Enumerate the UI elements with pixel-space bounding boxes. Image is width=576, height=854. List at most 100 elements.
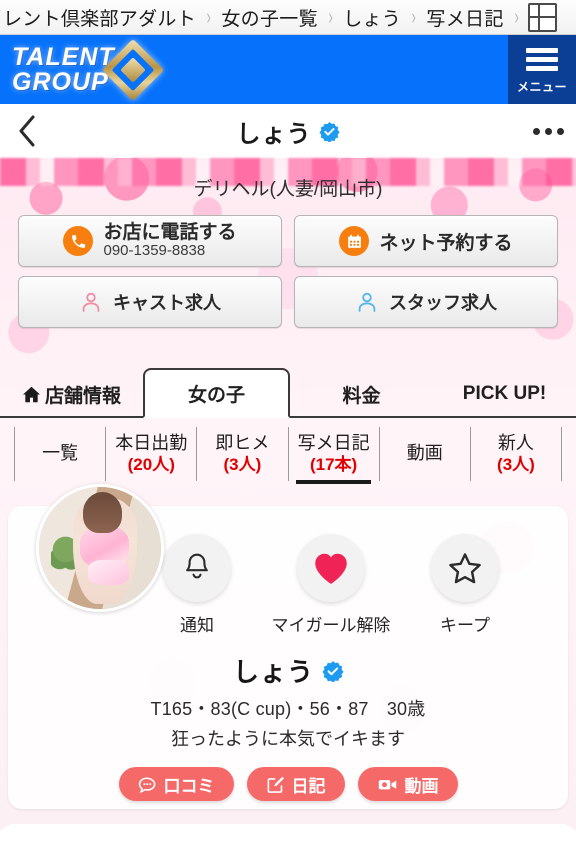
star-icon: [449, 552, 481, 583]
logo-line-2: GROUP: [12, 67, 109, 96]
subtab-list-label: 一覧: [42, 443, 79, 464]
subtab-soku-hime-count: (3人): [223, 455, 262, 475]
grid-table-icon[interactable]: [527, 2, 557, 32]
content-area: デリヘル(人妻/岡山市) お店に電話する 090-1359-8838 ネット予約…: [0, 158, 576, 830]
call-shop-button[interactable]: お店に電話する 090-1359-8838: [18, 215, 282, 267]
breadcrumb-item-2[interactable]: 女の子一覧: [218, 4, 321, 31]
person-pink-icon: [82, 292, 100, 312]
notify-label: 通知: [180, 616, 214, 635]
tab-price-label: 料金: [342, 385, 381, 407]
subtab-movie[interactable]: 動画: [380, 427, 471, 481]
tab-girls[interactable]: 女の子: [143, 368, 290, 418]
call-shop-label: お店に電話する: [103, 221, 237, 243]
subtab-shame-nikki[interactable]: 写メ日記 (17本): [289, 427, 380, 484]
avatar-photo: [39, 487, 161, 609]
profile-card: 通知 マイガール解除 キープ しょう T165・83(C cup)・56・87 …: [8, 484, 568, 809]
bottom-panel: [0, 824, 576, 854]
page-title-group: しょう: [0, 114, 576, 149]
person-blue-icon: [358, 292, 376, 312]
notify-button[interactable]: 通知: [152, 534, 242, 636]
profile-catchphrase: 狂ったように本気でイキます: [171, 729, 405, 749]
breadcrumb-separator: ›: [206, 4, 211, 29]
subtab-today-label: 本日出勤: [115, 432, 188, 453]
keep-label: キープ: [440, 616, 490, 635]
tab-shop-info[interactable]: 店舗情報: [0, 372, 143, 416]
subtab-soku-hime[interactable]: 即ヒメ (3人): [197, 427, 289, 481]
page-title: しょう: [236, 120, 312, 148]
tab-girls-label: 女の子: [187, 384, 245, 406]
verified-badge-icon: [318, 121, 340, 142]
subtab-today-count: (20人): [127, 455, 175, 475]
profile-name: しょう: [232, 657, 314, 687]
pencil-note-icon: [267, 776, 284, 793]
mygirl-label: マイガール解除: [271, 616, 391, 635]
heart-icon: [315, 553, 347, 584]
sub-tabs: 一覧 本日出勤 (20人) 即ヒメ (3人) 写メ日記 (17本) 動画 新人 …: [0, 418, 576, 490]
profile-stats: T165・83(C cup)・56・87 30歳: [150, 699, 426, 719]
page-root: レント倶楽部アダルト › 女の子一覧 › しょう › 写メ日記 › TALENT…: [0, 0, 576, 854]
tab-price[interactable]: 料金: [290, 372, 433, 416]
speech-bubble-icon: [138, 776, 155, 793]
movie-pill-button[interactable]: 動画: [357, 767, 458, 801]
cast-recruit-button[interactable]: キャスト求人: [18, 276, 282, 328]
tab-pickup[interactable]: PICK UP!: [433, 372, 576, 416]
logo-text: TALENT GROUP: [12, 42, 115, 96]
shop-category: デリヘル(人妻/岡山市): [193, 179, 383, 200]
phone-icon: [63, 226, 94, 256]
diary-pill-button[interactable]: 日記: [246, 767, 345, 801]
subtab-shame-nikki-count: (17本): [309, 455, 358, 475]
subtab-newface-count: (3人): [497, 455, 535, 475]
notify-icon-circle: [163, 534, 231, 602]
staff-recruit-button[interactable]: スタッフ求人: [294, 276, 558, 328]
more-options-button[interactable]: [520, 127, 576, 135]
breadcrumb-separator: ›: [514, 4, 519, 29]
avatar[interactable]: [36, 484, 164, 612]
profile-pill-buttons: 口コミ 日記 動画: [8, 767, 568, 809]
mygirl-button[interactable]: マイガール解除: [272, 534, 391, 636]
menu-button[interactable]: メニュー: [508, 35, 576, 104]
verified-badge-icon: [322, 660, 344, 682]
staff-recruit-label: スタッフ求人: [389, 293, 497, 313]
net-reservation-button[interactable]: ネット予約する: [294, 215, 558, 267]
subtab-newface-label: 新人: [497, 432, 534, 453]
video-camera-icon: [378, 779, 396, 789]
tab-shop-info-label: 店舗情報: [44, 385, 121, 407]
hamburger-icon: [526, 44, 558, 75]
subtab-soku-hime-label: 即ヒメ: [215, 432, 270, 453]
subtab-movie-label: 動画: [406, 443, 443, 464]
brand-header: TALENT GROUP メニュー: [0, 35, 576, 104]
home-icon: [22, 386, 40, 402]
menu-button-label: メニュー: [516, 80, 567, 94]
subtab-today[interactable]: 本日出勤 (20人): [106, 427, 198, 481]
breadcrumb: レント倶楽部アダルト › 女の子一覧 › しょう › 写メ日記 ›: [0, 0, 576, 35]
logo-line-1: TALENT: [12, 42, 115, 71]
more-horizontal-icon: [532, 127, 540, 135]
subtab-list[interactable]: 一覧: [13, 427, 107, 481]
breadcrumb-item-4[interactable]: 写メ日記: [423, 4, 506, 31]
mygirl-icon-circle: [297, 534, 365, 602]
breadcrumb-item-1[interactable]: レント倶楽部アダルト: [0, 4, 199, 31]
subtab-newface[interactable]: 新人 (3人): [471, 427, 563, 481]
tab-pickup-label: PICK UP!: [462, 383, 547, 404]
cast-recruit-label: キャスト求人: [113, 293, 221, 313]
diary-pill-label: 日記: [291, 776, 326, 796]
shop-phone-number: 090-1359-8838: [103, 242, 206, 260]
net-reservation-label: ネット予約する: [379, 232, 513, 254]
chevron-left-icon: [19, 115, 35, 147]
reviews-pill-button[interactable]: 口コミ: [118, 767, 234, 801]
breadcrumb-separator: ›: [411, 4, 416, 29]
main-tabs: 店舗情報 女の子 料金 PICK UP!: [0, 358, 576, 418]
back-button[interactable]: [0, 115, 54, 147]
shop-action-buttons: お店に電話する 090-1359-8838 ネット予約する キャスト求人 スタッ…: [0, 201, 576, 334]
breadcrumb-separator: ›: [328, 4, 333, 29]
keep-button[interactable]: キープ: [420, 534, 510, 636]
reviews-pill-label: 口コミ: [163, 776, 215, 796]
profile-name-row: しょう: [8, 652, 568, 689]
subtab-shame-nikki-label: 写メ日記: [297, 432, 370, 453]
movie-pill-label: 動画: [404, 776, 439, 796]
breadcrumb-item-3[interactable]: しょう: [340, 4, 404, 31]
site-logo[interactable]: TALENT GROUP: [0, 35, 164, 104]
page-titlebar: しょう: [0, 104, 576, 158]
keep-icon-circle: [431, 534, 499, 602]
bell-icon: [186, 553, 208, 579]
